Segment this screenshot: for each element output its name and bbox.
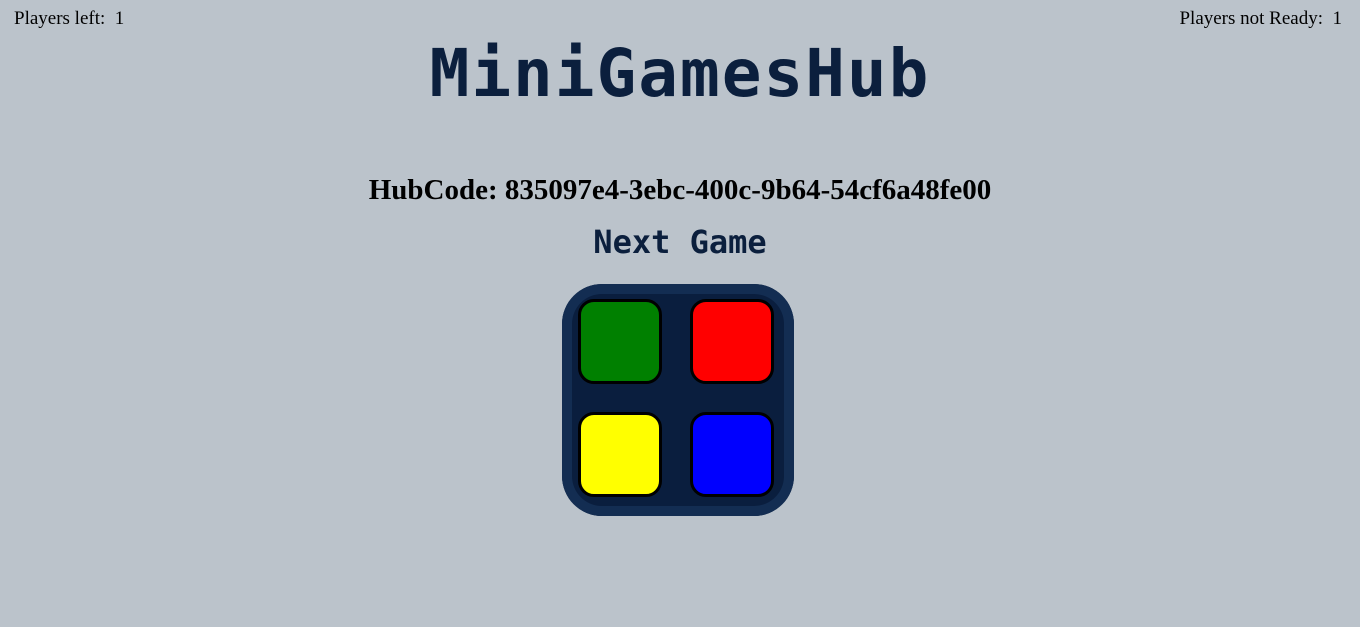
yellow-pad[interactable] [578, 412, 662, 497]
players-not-ready-status: Players not Ready: 1 [1179, 8, 1342, 30]
simon-says-icon[interactable] [562, 284, 794, 516]
players-left-count: 1 [114, 8, 125, 29]
hub-code-label: HubCode: [368, 174, 498, 206]
next-game-heading: Next Game [593, 223, 767, 261]
hub-code-value: 835097e4-3ebc-400c-9b64-54cf6a48fe00 [504, 174, 992, 206]
players-left-status: Players left: 1 [14, 8, 124, 30]
players-not-ready-label: Players not Ready: [1179, 8, 1323, 29]
app-logo-title: MiniGamesHub [429, 35, 931, 112]
hub-code: HubCode: 835097e4-3ebc-400c-9b64-54cf6a4… [0, 172, 1360, 208]
players-left-label: Players left: [14, 8, 106, 29]
blue-pad[interactable] [690, 412, 774, 497]
red-pad[interactable] [690, 299, 774, 384]
players-not-ready-count: 1 [1332, 8, 1343, 29]
green-pad[interactable] [578, 299, 662, 384]
